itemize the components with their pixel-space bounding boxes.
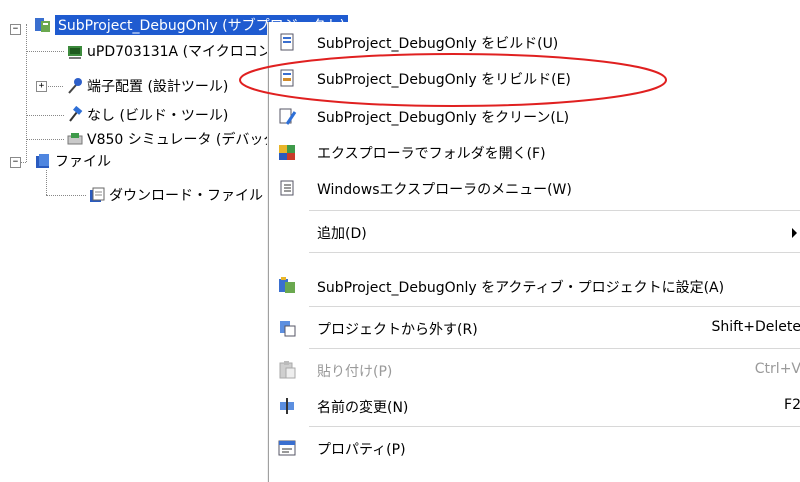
tree-node-download-files[interactable]: ダウンロード・ファイル: [88, 184, 263, 206]
menu-item-set-active-project[interactable]: SubProject_DebugOnly をアクティブ・プロジェクトに設定(A): [269, 268, 800, 304]
menu-item-rebuild[interactable]: SubProject_DebugOnly をリビルド(E): [269, 60, 800, 96]
menu-item-build[interactable]: SubProject_DebugOnly をビルド(U): [269, 24, 800, 60]
tree-collapse-toggle[interactable]: −: [10, 24, 21, 35]
menu-item-shortcut: F2: [784, 397, 800, 413]
menu-item-explorer-menu[interactable]: Windowsエクスプローラのメニュー(W): [269, 170, 800, 206]
menu-item-shortcut: Ctrl+V: [754, 361, 800, 377]
menu-item-label: 追加(D): [317, 226, 367, 242]
tree-node-label: なし (ビルド・ツール): [87, 108, 229, 124]
menu-item-label: エクスプローラでフォルダを開く(F): [317, 146, 546, 162]
tree-node-label: ファイル: [55, 154, 111, 170]
tree-node-label: 端子配置 (設計ツール): [87, 79, 229, 95]
project-tree: − SubProject_DebugOnly (サブプロジェクト) uPD703…: [0, 0, 349, 474]
remove-project-icon: [280, 321, 296, 337]
menu-item-label: 貼り付け(P): [317, 364, 393, 380]
tree-node-files[interactable]: ファイル: [34, 150, 111, 172]
menu-item-label: SubProject_DebugOnly をリビルド(E): [317, 72, 571, 88]
paste-icon: [279, 361, 296, 379]
menu-separator: [309, 348, 800, 349]
tree-connector: [46, 170, 47, 195]
build-icon: [280, 33, 294, 51]
clean-icon: [279, 108, 297, 125]
menu-item-open-folder[interactable]: エクスプローラでフォルダを開く(F): [269, 134, 800, 170]
menu-item-shortcut: Shift+Delete: [711, 319, 800, 335]
download-file-icon: [90, 187, 105, 202]
tree-node-label: ダウンロード・ファイル: [109, 188, 263, 204]
menu-item-properties[interactable]: プロパティ(P): [269, 430, 800, 466]
menu-separator: [309, 210, 800, 211]
chip-icon: [68, 46, 82, 59]
properties-icon: [278, 440, 296, 456]
rename-icon: [280, 398, 294, 414]
project-icon: [35, 18, 50, 32]
tree-connector: [26, 51, 64, 52]
menu-separator: [309, 252, 800, 253]
menu-item-label: 名前の変更(N): [317, 400, 409, 416]
menu-item-clean[interactable]: SubProject_DebugOnly をクリーン(L): [269, 98, 800, 134]
menu-item-add[interactable]: 追加(D): [269, 214, 800, 250]
submenu-arrow-icon: [792, 228, 797, 238]
tree-collapse-toggle[interactable]: −: [10, 157, 21, 168]
tree-node-pin-assignment[interactable]: 端子配置 (設計ツール): [66, 75, 228, 97]
tree-connector: [26, 139, 64, 140]
open-folder-icon: [279, 145, 295, 160]
tree-connector: [26, 24, 27, 162]
menu-item-remove-from-project[interactable]: プロジェクトから外す(R) Shift+Delete: [269, 310, 800, 346]
menu-item-paste[interactable]: 貼り付け(P) Ctrl+V: [269, 352, 800, 388]
rebuild-icon: [280, 69, 294, 87]
menu-item-label: SubProject_DebugOnly をアクティブ・プロジェクトに設定(A): [317, 280, 725, 296]
menu-item-label: Windowsエクスプローラのメニュー(W): [317, 182, 572, 198]
menu-item-label: SubProject_DebugOnly をビルド(U): [317, 36, 559, 52]
tree-node-build-tool[interactable]: なし (ビルド・ツール): [66, 104, 228, 126]
menu-separator: [309, 306, 800, 307]
active-project-icon: [279, 277, 295, 293]
menu-item-label: プロジェクトから外す(R): [317, 322, 478, 338]
tree-connector: [46, 195, 86, 196]
menu-item-label: プロパティ(P): [317, 442, 406, 458]
hammer-icon: [69, 106, 83, 122]
menu-item-label: SubProject_DebugOnly をクリーン(L): [317, 110, 570, 126]
tree-connector: [26, 115, 64, 116]
tree-expand-toggle[interactable]: +: [36, 81, 47, 92]
pin-icon: [68, 78, 82, 94]
simulator-icon: [67, 133, 83, 145]
menu-separator: [309, 426, 800, 427]
explorer-menu-icon: [280, 180, 294, 196]
menu-item-rename[interactable]: 名前の変更(N) F2: [269, 388, 800, 424]
context-menu: SubProject_DebugOnly をビルド(U) SubProject_…: [268, 22, 800, 482]
folder-icon: [36, 154, 49, 168]
